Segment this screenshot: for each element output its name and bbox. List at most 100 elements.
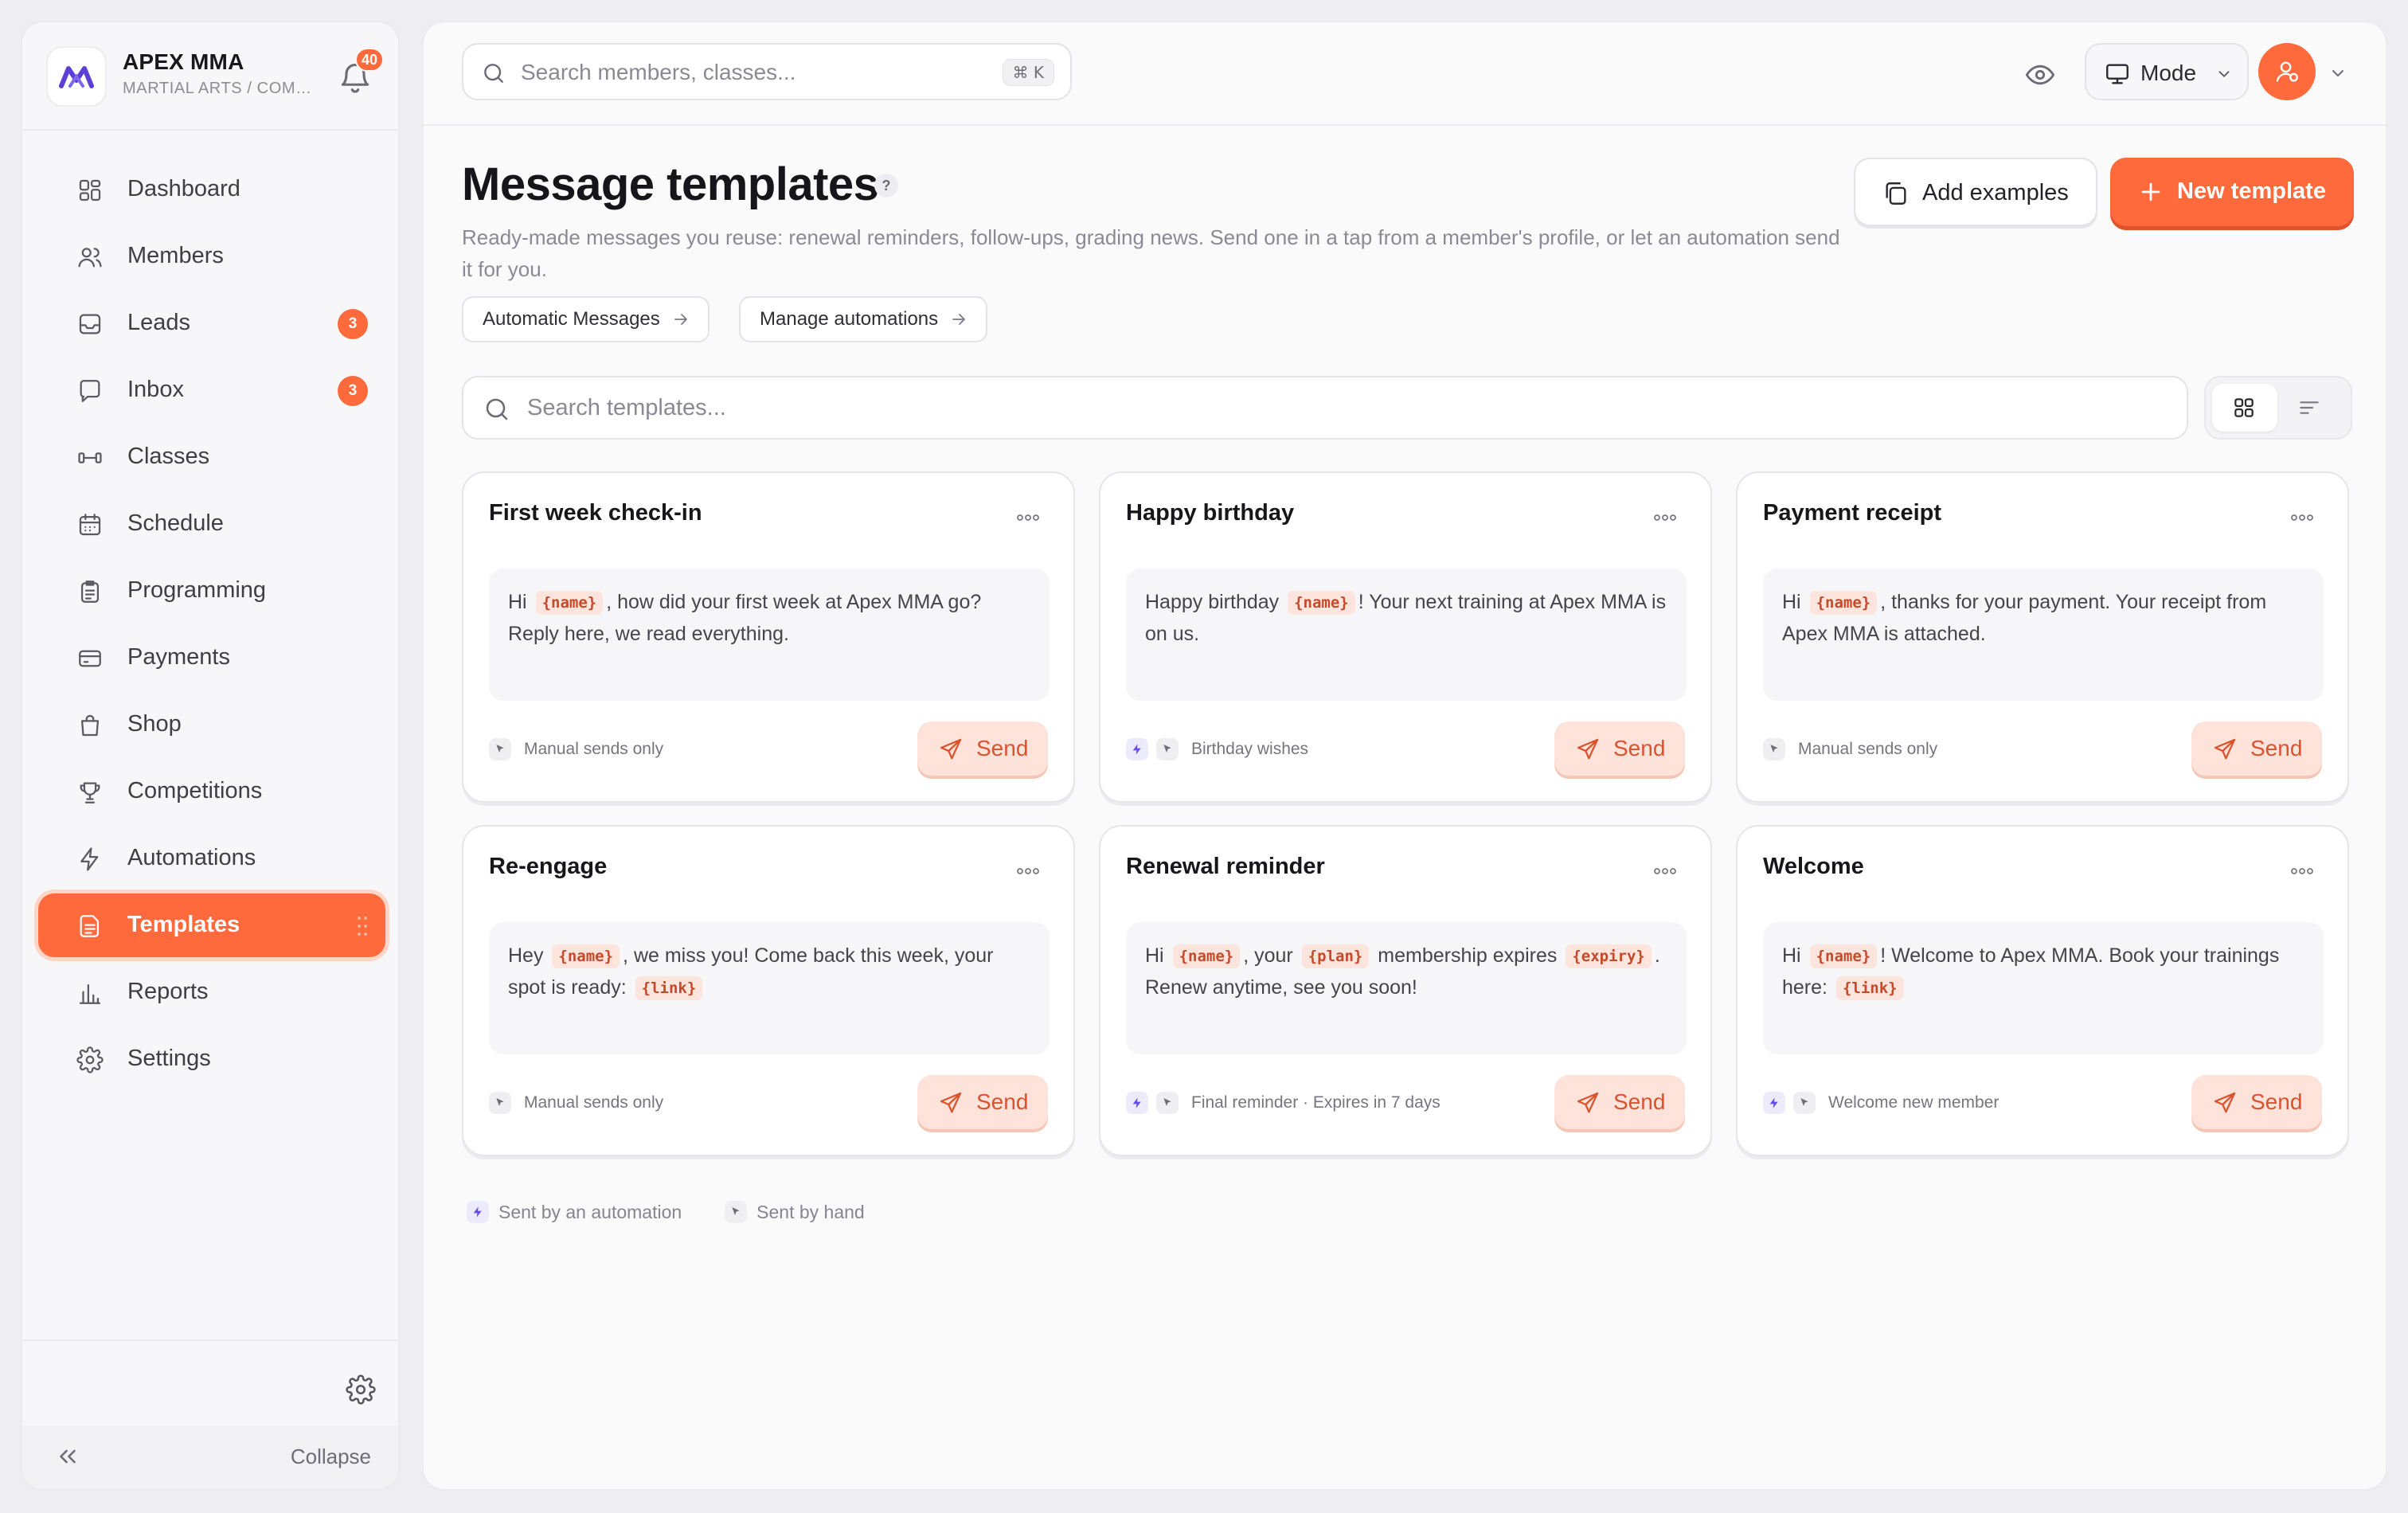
template-variable: {link} [1835,976,1904,1000]
template-card[interactable]: Re-engage Hey {name}, we miss you! Come b… [462,825,1075,1156]
template-search-input[interactable]: Search templates... [462,376,2188,440]
sidebar-item-label: Inbox [127,377,184,402]
sidebar-item-settings[interactable]: Settings [38,1027,385,1091]
template-text: membership expires [1372,944,1563,967]
sidebar-item-dashboard[interactable]: Dashboard [38,158,385,221]
template-message-preview[interactable]: Hi {name}, how did your first week at Ap… [489,569,1050,701]
template-card[interactable]: Happy birthday Happy birthday {name}! You… [1099,471,1712,803]
view-toggle [2204,376,2352,440]
arrow-right-icon [952,314,966,325]
help-icon[interactable]: ? [874,174,898,197]
send-label: Send [2250,736,2303,760]
automatic-messages-link[interactable]: Automatic Messages [462,296,710,342]
template-variable: {link} [635,976,703,1000]
new-template-button[interactable]: New template [2110,158,2354,226]
manual-send-badge [489,1092,511,1114]
mode-dropdown[interactable]: Mode [2085,43,2249,100]
sidebar-item-shop[interactable]: Shop [38,693,385,756]
drag-handle-icon[interactable] [357,916,368,936]
send-button[interactable]: Send [917,721,1048,776]
template-card[interactable]: First week check-in Hi {name}, how did yo… [462,471,1075,803]
sidebar-item-label: Settings [127,1046,211,1071]
dashboard-icon [79,179,101,201]
more-options-icon[interactable] [1653,513,1677,522]
template-card[interactable]: Welcome Hi {name}! Welcome to Apex MMA. B… [1736,825,2349,1156]
template-message-preview[interactable]: Hey {name}, we miss you! Come back this … [489,922,1050,1054]
chat-bubble-icon [80,380,100,402]
sidebar-item-label: Schedule [127,510,224,536]
more-options-icon[interactable] [1016,866,1040,876]
more-options-icon[interactable] [1653,866,1677,876]
apex-logo-icon [59,66,94,88]
template-variable: {name} [1809,944,1878,968]
user-avatar[interactable] [2258,43,2316,100]
sidebar-item-programming[interactable]: Programming [38,559,385,623]
automation-legend-label: Sent by an automation [498,1201,682,1222]
eye-icon[interactable] [2024,59,2056,91]
template-card[interactable]: Payment receipt Hi {name}, thanks for you… [1736,471,2349,803]
sidebar-item-reports[interactable]: Reports [38,960,385,1024]
sidebar-item-templates[interactable]: Templates [38,893,385,957]
more-options-icon[interactable] [2290,513,2314,522]
manage-automations-label: Manage automations [760,308,939,330]
collapse-sidebar-button[interactable]: Collapse [22,1425,398,1489]
grid-view-button[interactable] [2212,384,2277,432]
chevron-down-icon[interactable] [2328,64,2347,83]
send-button[interactable]: Send [1554,721,1685,776]
send-icon [1577,1092,1599,1113]
sidebar-nav: Dashboard Members Leads 3 Inbox 3 Classes Sched… [38,158,385,1094]
template-variable: {name} [535,591,604,615]
template-text: Hi [1782,944,1807,967]
credit-card-icon [79,650,101,667]
send-button[interactable]: Send [1554,1075,1685,1129]
automation-legend-icon [467,1201,489,1223]
sidebar-item-classes[interactable]: Classes [38,425,385,489]
manual-send-badge [1763,738,1785,760]
global-search-placeholder: Search members, classes... [521,60,796,84]
sidebar-item-label: Dashboard [127,176,240,201]
cursor-icon [1770,745,1778,753]
send-label: Send [2250,1089,2303,1114]
add-examples-button[interactable]: Add examples [1854,158,2097,226]
dumbbell-icon [78,452,102,463]
lightning-icon [1132,744,1141,755]
sidebar-item-schedule[interactable]: Schedule [38,492,385,556]
template-variable: {name} [1172,944,1241,968]
search-icon [486,398,508,420]
brand-logo[interactable] [46,46,107,107]
sidebar-item-competitions[interactable]: Competitions [38,760,385,823]
sidebar-item-members[interactable]: Members [38,225,385,288]
notification-count-badge: 40 [355,48,385,72]
more-options-icon[interactable] [1016,513,1040,522]
document-icon [80,915,100,937]
template-footer: Final reminder · Expires in 7 days [1126,1089,1440,1116]
template-trigger-label: Final reminder · Expires in 7 days [1191,1093,1440,1112]
sidebar-item-inbox[interactable]: Inbox 3 [38,358,385,422]
sidebar-item-label: Programming [127,577,267,603]
global-search-input[interactable]: Search members, classes... ⌘ K [462,43,1072,100]
template-message-preview[interactable]: Happy birthday {name}! Your next trainin… [1126,569,1687,701]
template-message-preview[interactable]: Hi {name}! Welcome to Apex MMA. Book you… [1763,922,2324,1054]
sidebar-item-payments[interactable]: Payments [38,626,385,690]
template-message-preview[interactable]: Hi {name}, your {plan} membership expire… [1126,922,1687,1054]
list-view-icon[interactable] [2297,395,2322,420]
cursor-icon [1163,745,1171,753]
user-icon [2276,61,2298,82]
template-trigger-label: Manual sends only [1798,740,1938,758]
template-message-preview[interactable]: Hi {name}, thanks for your payment. Your… [1763,569,2324,701]
sidebar-item-leads[interactable]: Leads 3 [38,291,385,355]
template-variable: {expiry} [1566,944,1652,968]
template-footer: Birthday wishes [1126,736,1308,763]
gear-icon[interactable] [346,1374,376,1405]
send-button[interactable]: Send [2191,1075,2322,1129]
send-button[interactable]: Send [917,1075,1048,1129]
send-icon [2214,738,2236,760]
sidebar-item-automations[interactable]: Automations [38,827,385,890]
template-variable: {name} [552,944,620,968]
more-options-icon[interactable] [2290,866,2314,876]
send-icon [2214,1092,2236,1113]
template-text: Hi [1145,944,1170,967]
manage-automations-link[interactable]: Manage automations [739,296,988,342]
send-button[interactable]: Send [2191,721,2322,776]
template-card[interactable]: Renewal reminder Hi {name}, your {plan} m… [1099,825,1712,1156]
